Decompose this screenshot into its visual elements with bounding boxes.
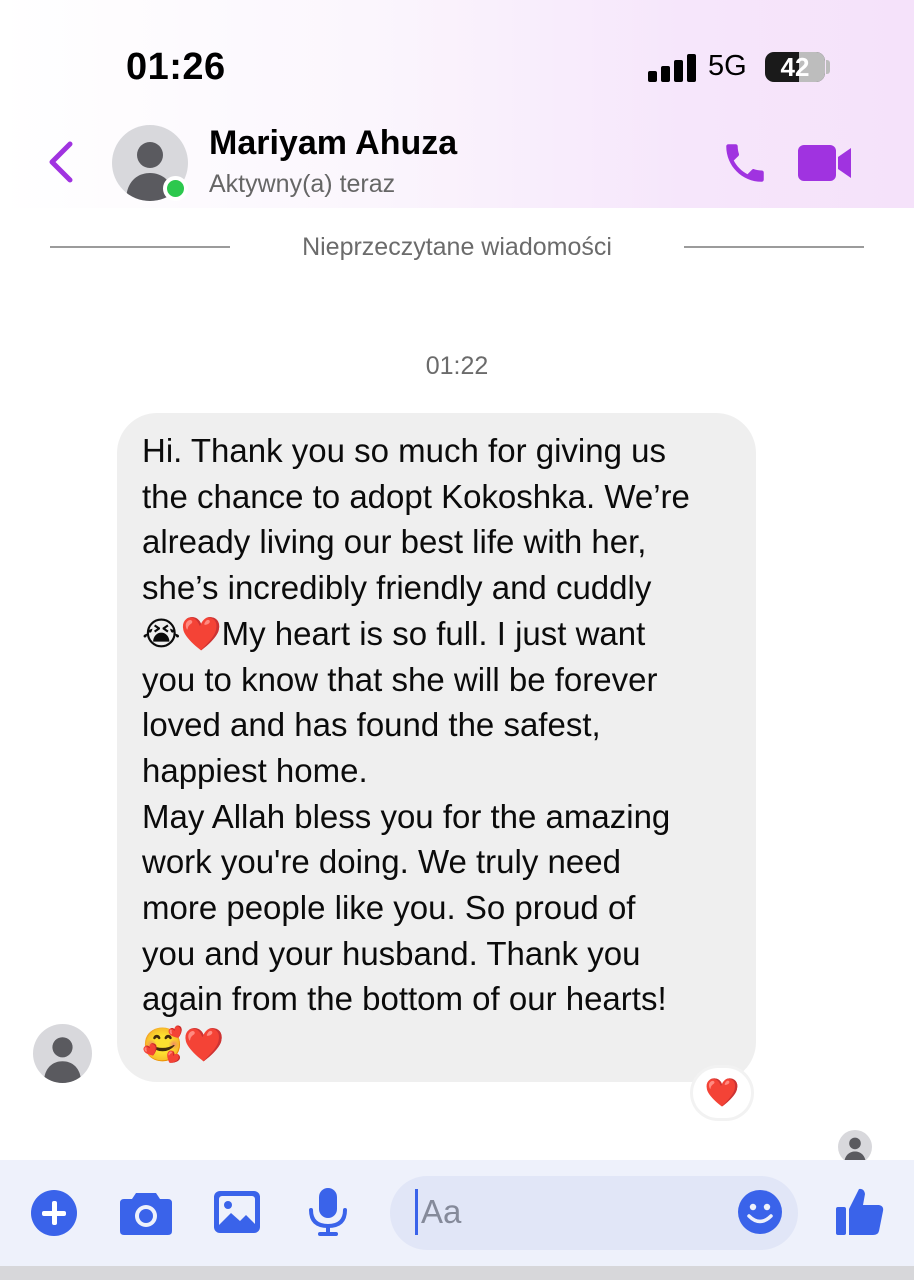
plus-button[interactable] xyxy=(31,1190,77,1236)
home-indicator-strip xyxy=(0,1266,914,1280)
person-icon xyxy=(43,1037,82,1083)
call-button[interactable] xyxy=(720,138,770,188)
sender-avatar[interactable] xyxy=(33,1024,92,1083)
divider-line-left xyxy=(50,246,230,248)
signal-strength-icon xyxy=(648,54,696,82)
text-cursor xyxy=(415,1189,418,1235)
chevron-left-icon xyxy=(49,141,73,183)
emoji-button[interactable] xyxy=(737,1189,783,1235)
unread-divider-label: Nieprzeczytane wiadomości xyxy=(302,233,612,261)
battery-icon: 42 xyxy=(765,52,825,82)
microphone-button[interactable] xyxy=(306,1186,350,1238)
status-bar: 01:26 5G 42 xyxy=(0,0,914,110)
smiley-icon xyxy=(738,1190,782,1234)
camera-icon xyxy=(120,1193,172,1235)
camera-button[interactable] xyxy=(118,1187,174,1237)
battery-level: 42 xyxy=(780,52,810,82)
contact-status: Aktywny(a) teraz xyxy=(209,170,396,198)
battery-tip xyxy=(826,60,830,74)
message-timestamp: 01:22 xyxy=(425,352,489,380)
gallery-button[interactable] xyxy=(212,1189,262,1235)
contact-name[interactable]: Mariyam Ahuza xyxy=(209,124,457,163)
network-type: 5G xyxy=(708,50,747,82)
video-camera-icon xyxy=(798,145,851,181)
back-button[interactable] xyxy=(44,140,78,184)
like-button[interactable] xyxy=(834,1185,886,1237)
plus-icon xyxy=(42,1201,66,1225)
microphone-icon xyxy=(309,1188,347,1236)
thumbs-up-icon xyxy=(836,1188,884,1235)
seen-receipt-avatar xyxy=(838,1130,872,1164)
video-call-button[interactable] xyxy=(796,142,854,184)
phone-icon xyxy=(726,144,764,182)
message-text: Hi. Thank you so much for giving us the … xyxy=(142,432,690,1064)
online-indicator xyxy=(163,176,188,201)
divider-line-right xyxy=(684,246,864,248)
person-icon xyxy=(844,1137,866,1164)
message-input-placeholder: Aa xyxy=(421,1193,462,1230)
message-reaction[interactable]: ❤️ xyxy=(693,1068,751,1118)
status-time: 01:26 xyxy=(126,46,226,88)
image-icon xyxy=(214,1191,260,1233)
